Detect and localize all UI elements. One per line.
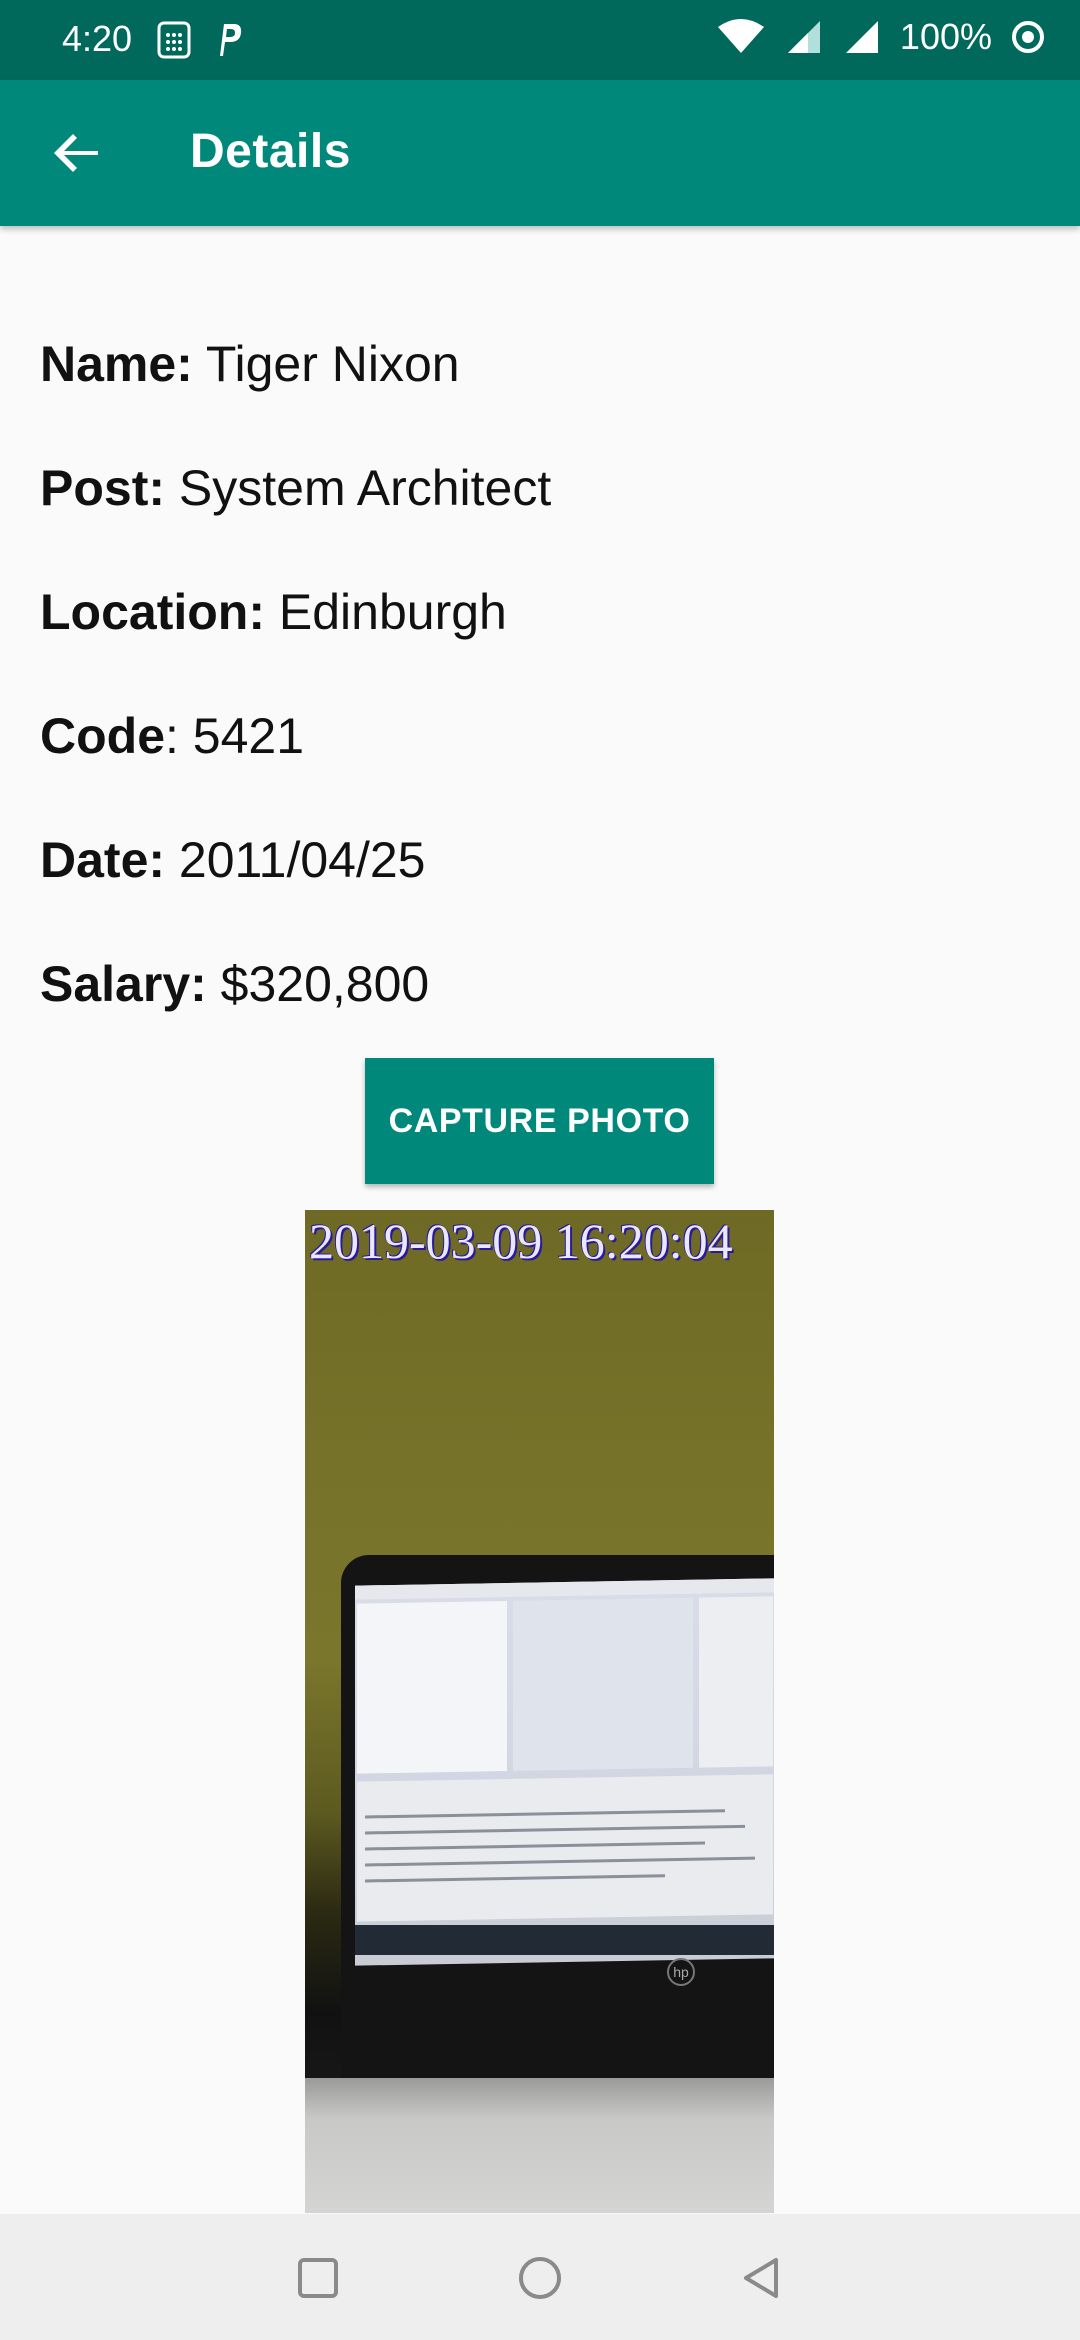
employee-details: Name: Tiger Nixon Post: System Architect… [40,330,551,1074]
parking-icon [220,24,242,56]
detail-value: : 5421 [165,708,305,764]
detail-label: Code [40,708,165,764]
status-notification-icons [156,20,244,60]
recents-square-icon [298,2258,338,2298]
detail-label: Salary: [40,956,207,1012]
detail-value: 2011/04/25 [165,832,426,888]
battery-percentage: 100% [899,16,992,57]
back-triangle-icon [744,2258,778,2298]
app-bar: Details [0,80,1080,226]
system-navigation-bar [0,2214,1080,2340]
photo-keyboard [305,2078,774,2213]
detail-name: Name: Tiger Nixon [40,330,551,454]
capture-photo-button[interactable]: CAPTURE PHOTO [365,1058,714,1184]
captured-photo: hp 2019-03-09 16:20:04 [305,1210,774,2213]
detail-value: $320,800 [206,956,430,1012]
signal-icon [845,21,878,53]
recents-button[interactable] [292,2252,344,2304]
photo-laptop-taskbar [355,1925,774,1955]
hp-logo-icon: hp [667,1958,695,1986]
detail-date: Date: 2011/04/25 [40,826,551,950]
status-time: 4:20 [62,18,133,59]
detail-location: Location: Edinburgh [40,578,551,702]
detail-salary: Salary: $320,800 [40,950,551,1074]
detail-value: System Architect [165,460,552,516]
detail-label: Post: [40,460,165,516]
signal-icon [787,21,820,53]
wifi-icon [717,19,764,53]
status-bar: 4:20 100% [0,0,1080,80]
detail-value: Tiger Nixon [192,336,460,392]
detail-label: Location: [40,584,265,640]
detail-post: Post: System Architect [40,454,551,578]
detail-value: Edinburgh [264,584,507,640]
page-title: Details [190,125,351,178]
photo-laptop-screen [355,1578,774,1966]
sim-card-icon [157,21,191,59]
detail-label: Name: [40,336,193,392]
detail-label: Date: [40,832,166,888]
status-system-icons: 100% [716,16,1046,58]
back-button[interactable] [44,120,110,186]
data-saver-icon [1012,21,1044,53]
back-nav-button[interactable] [736,2252,788,2304]
detail-code: Code: 5421 [40,702,551,826]
arrow-left-icon [54,134,98,172]
home-circle-icon [519,2257,561,2299]
photo-timestamp: 2019-03-09 16:20:04 [309,1213,733,1269]
home-button[interactable] [514,2252,566,2304]
